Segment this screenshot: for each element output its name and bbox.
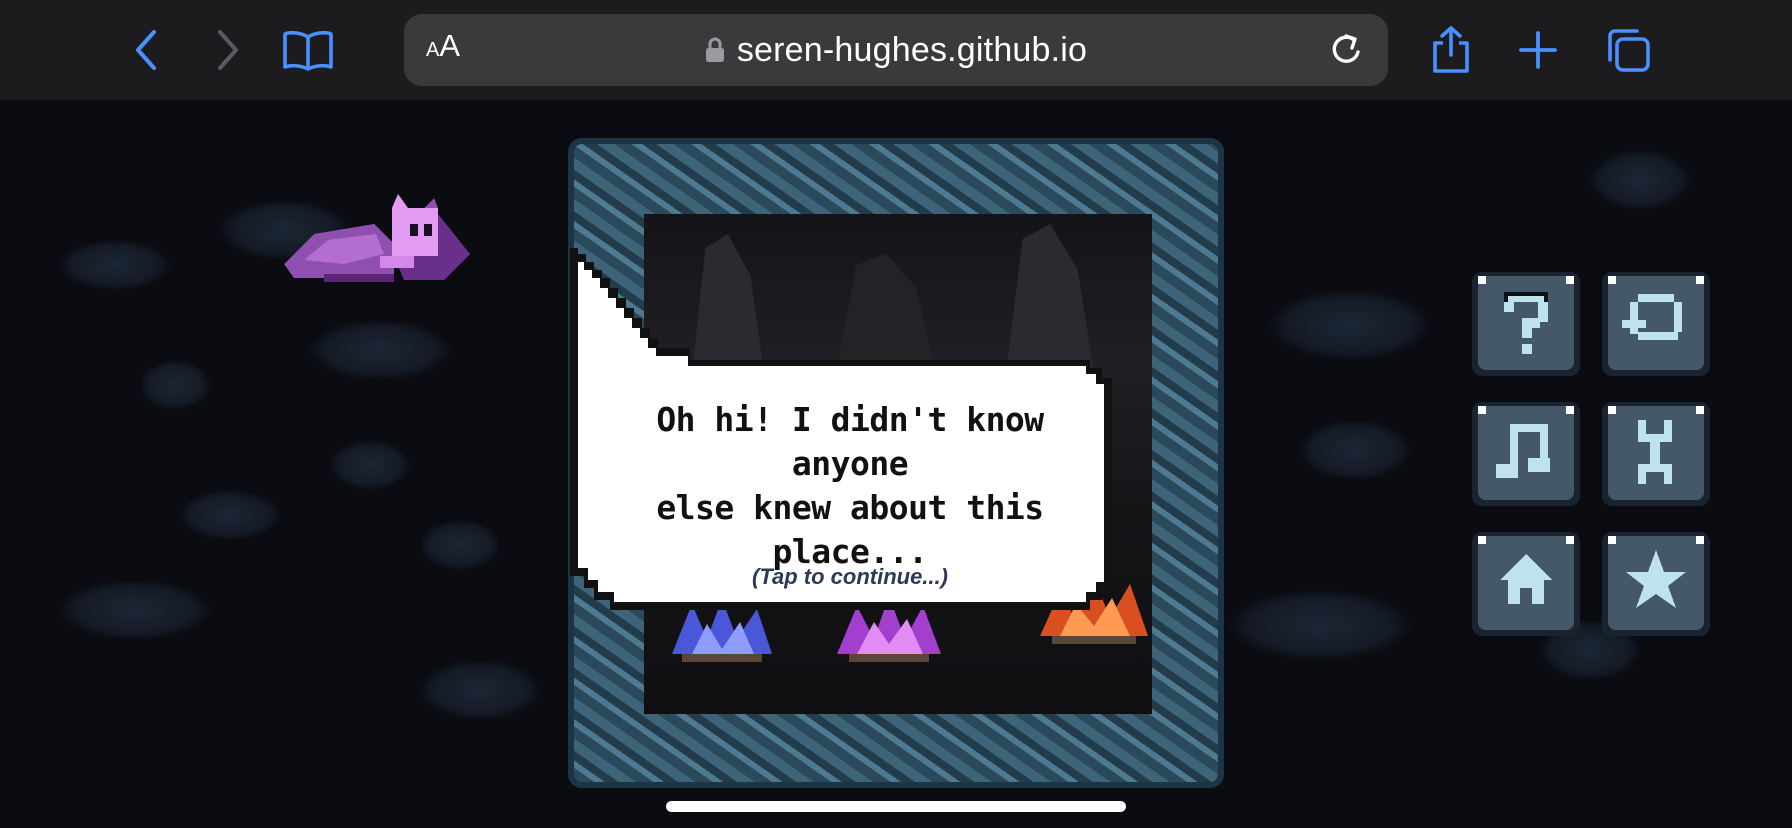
bookmarks-button[interactable] (280, 22, 336, 78)
star-button[interactable] (1598, 528, 1714, 640)
share-button[interactable] (1423, 22, 1479, 78)
background-bush (60, 240, 170, 290)
game-canvas[interactable]: Oh hi! I didn't know anyone else knew ab… (0, 100, 1792, 828)
music-button[interactable] (1468, 398, 1584, 510)
help-button[interactable] (1468, 268, 1584, 380)
lock-icon (705, 37, 724, 62)
dialog-line-1: Oh hi! I didn't know anyone (656, 400, 1044, 483)
plus-icon (1519, 31, 1557, 69)
share-icon (1433, 26, 1469, 73)
settings-button[interactable] (1598, 398, 1714, 510)
tabs-icon (1608, 29, 1650, 72)
background-bush (1270, 290, 1430, 360)
star-icon (1602, 532, 1710, 636)
restart-button[interactable] (1598, 268, 1714, 380)
tabs-button[interactable] (1600, 22, 1656, 78)
home-indicator[interactable] (666, 801, 1126, 812)
new-tab-button[interactable] (1510, 22, 1566, 78)
background-bush (330, 440, 410, 490)
browser-toolbar: A A seren-hughes.github.io (0, 0, 1792, 100)
restart-icon (1602, 272, 1710, 376)
background-bush (1300, 420, 1410, 480)
house-icon (1472, 532, 1580, 636)
background-bush (180, 490, 280, 540)
dialog-box[interactable]: Oh hi! I didn't know anyone else knew ab… (570, 248, 1130, 618)
forward-button[interactable] (198, 22, 254, 78)
background-bush (60, 580, 210, 640)
chevron-right-icon (218, 30, 238, 70)
back-button[interactable] (120, 22, 176, 78)
music-note-icon (1472, 402, 1580, 506)
dialog-text: Oh hi! I didn't know anyone else knew ab… (590, 398, 1110, 574)
book-icon (283, 30, 333, 71)
cat-character (284, 194, 470, 282)
url-text: seren-hughes.github.io (736, 30, 1088, 69)
background-bush (310, 320, 450, 380)
address-bar[interactable]: A A seren-hughes.github.io (404, 14, 1388, 86)
wrench-icon (1602, 402, 1710, 506)
text-size-large-a: A (439, 28, 461, 63)
tap-to-continue-hint: (Tap to continue...) (752, 564, 948, 589)
background-bush (1230, 590, 1410, 660)
text-size-small-a: A (426, 39, 440, 61)
text-size-button[interactable]: A A (426, 28, 460, 72)
background-bush (140, 360, 210, 410)
background-bush (1590, 150, 1690, 210)
chevron-left-icon (136, 30, 156, 70)
background-bush (420, 520, 500, 570)
reload-icon[interactable] (1326, 30, 1366, 70)
dialog-line-2: else knew about this place... (656, 488, 1044, 571)
home-button[interactable] (1468, 528, 1584, 640)
background-bush (420, 660, 540, 720)
question-mark-icon (1472, 272, 1580, 376)
